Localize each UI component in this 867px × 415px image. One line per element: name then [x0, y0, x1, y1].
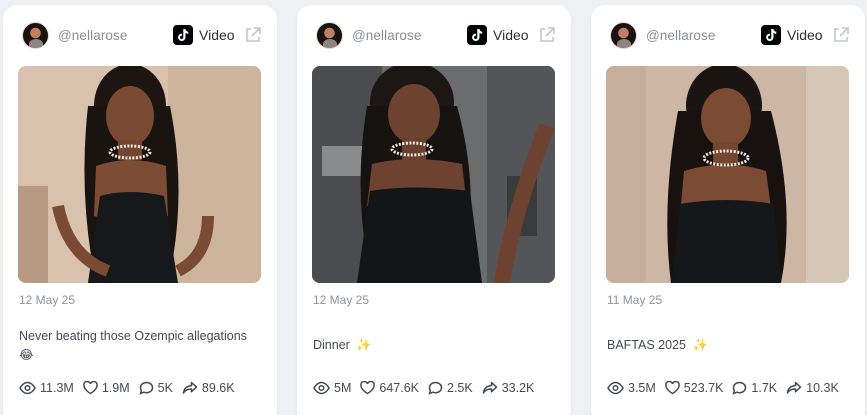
external-link-icon[interactable] — [832, 26, 850, 44]
account-handle[interactable]: @nellarose — [646, 28, 716, 43]
share-icon — [786, 381, 802, 394]
comment-icon — [428, 381, 443, 395]
external-link-icon[interactable] — [244, 26, 262, 44]
post-caption: BAFTAS 2025 ✨ — [607, 336, 853, 355]
post-caption: Dinner ✨ — [313, 336, 559, 355]
tiktok-icon — [467, 25, 487, 45]
post-card[interactable]: @nellarose Video 12 May 25 Never beating… — [3, 5, 277, 415]
shares-count: 89.6K — [201, 381, 235, 395]
caption-text: Never beating those Ozempic allegations — [19, 329, 247, 343]
account-handle[interactable]: @nellarose — [58, 28, 128, 43]
post-date: 12 May 25 — [19, 293, 76, 307]
post-type-label: Video — [199, 27, 235, 43]
likes-stat: 1.9M — [83, 381, 130, 395]
post-caption: Never beating those Ozempic allegations … — [19, 327, 265, 365]
likes-stat: 647.6K — [360, 381, 419, 395]
comments-stat: 2.5K — [428, 381, 473, 395]
eye-icon — [19, 381, 36, 395]
views-stat: 5M — [313, 381, 351, 395]
views-count: 5M — [334, 381, 352, 395]
eye-icon — [313, 381, 330, 395]
post-card[interactable]: @nellarose Video 12 May 25 Dinner ✨ 5M 6… — [297, 5, 571, 415]
likes-count: 523.7K — [683, 381, 724, 395]
post-thumbnail[interactable] — [606, 66, 849, 283]
post-thumbnail[interactable] — [18, 66, 261, 283]
post-date: 12 May 25 — [313, 293, 370, 307]
avatar[interactable] — [316, 22, 343, 49]
comments-stat: 5K — [138, 381, 173, 395]
caption-text: BAFTAS 2025 — [607, 338, 686, 352]
share-icon — [182, 381, 198, 394]
avatar[interactable] — [610, 22, 637, 49]
views-count: 3.5M — [628, 381, 656, 395]
caption-text: Dinner — [313, 338, 350, 352]
card-header: @nellarose Video — [312, 5, 571, 65]
post-stats: 3.5M 523.7K 1.7K 10.3K — [607, 381, 848, 395]
shares-stat: 33.2K — [482, 381, 535, 395]
tiktok-icon — [173, 25, 193, 45]
share-icon — [482, 381, 497, 394]
comment-icon — [732, 381, 747, 395]
comments-stat: 1.7K — [732, 381, 777, 395]
comments-count: 5K — [157, 381, 173, 395]
heart-icon — [665, 381, 680, 395]
post-card[interactable]: @nellarose Video 11 May 25 BAFTAS 2025 ✨ — [591, 5, 865, 415]
post-stats: 5M 647.6K 2.5K 33.2K — [313, 381, 543, 395]
views-count: 11.3M — [40, 381, 74, 395]
shares-stat: 89.6K — [182, 381, 235, 395]
card-header: @nellarose Video — [18, 5, 277, 65]
comment-icon — [138, 381, 153, 395]
comments-count: 2.5K — [447, 381, 473, 395]
post-type-label: Video — [787, 27, 823, 43]
views-stat: 11.3M — [19, 381, 74, 395]
external-link-icon[interactable] — [538, 26, 556, 44]
caption-emoji: ✨ — [356, 338, 372, 352]
shares-count: 10.3K — [806, 381, 839, 395]
avatar[interactable] — [22, 22, 49, 49]
post-type-label: Video — [493, 27, 529, 43]
heart-icon — [360, 381, 376, 395]
likes-count: 1.9M — [101, 381, 130, 395]
views-stat: 3.5M — [607, 381, 656, 395]
comments-count: 1.7K — [751, 381, 778, 395]
tiktok-icon — [761, 25, 781, 45]
heart-icon — [83, 381, 98, 395]
account-handle[interactable]: @nellarose — [352, 28, 422, 43]
post-stats: 11.3M 1.9M 5K 89.6K — [19, 381, 244, 395]
likes-count: 647.6K — [379, 381, 419, 395]
post-thumbnail[interactable] — [312, 66, 555, 283]
likes-stat: 523.7K — [665, 381, 724, 395]
caption-emoji: ✨ — [692, 338, 709, 352]
card-header: @nellarose Video — [606, 5, 865, 65]
eye-icon — [607, 381, 624, 395]
shares-count: 33.2K — [501, 381, 535, 395]
caption-emoji: 😂 — [19, 348, 34, 362]
shares-stat: 10.3K — [786, 381, 839, 395]
post-date: 11 May 25 — [607, 293, 663, 307]
